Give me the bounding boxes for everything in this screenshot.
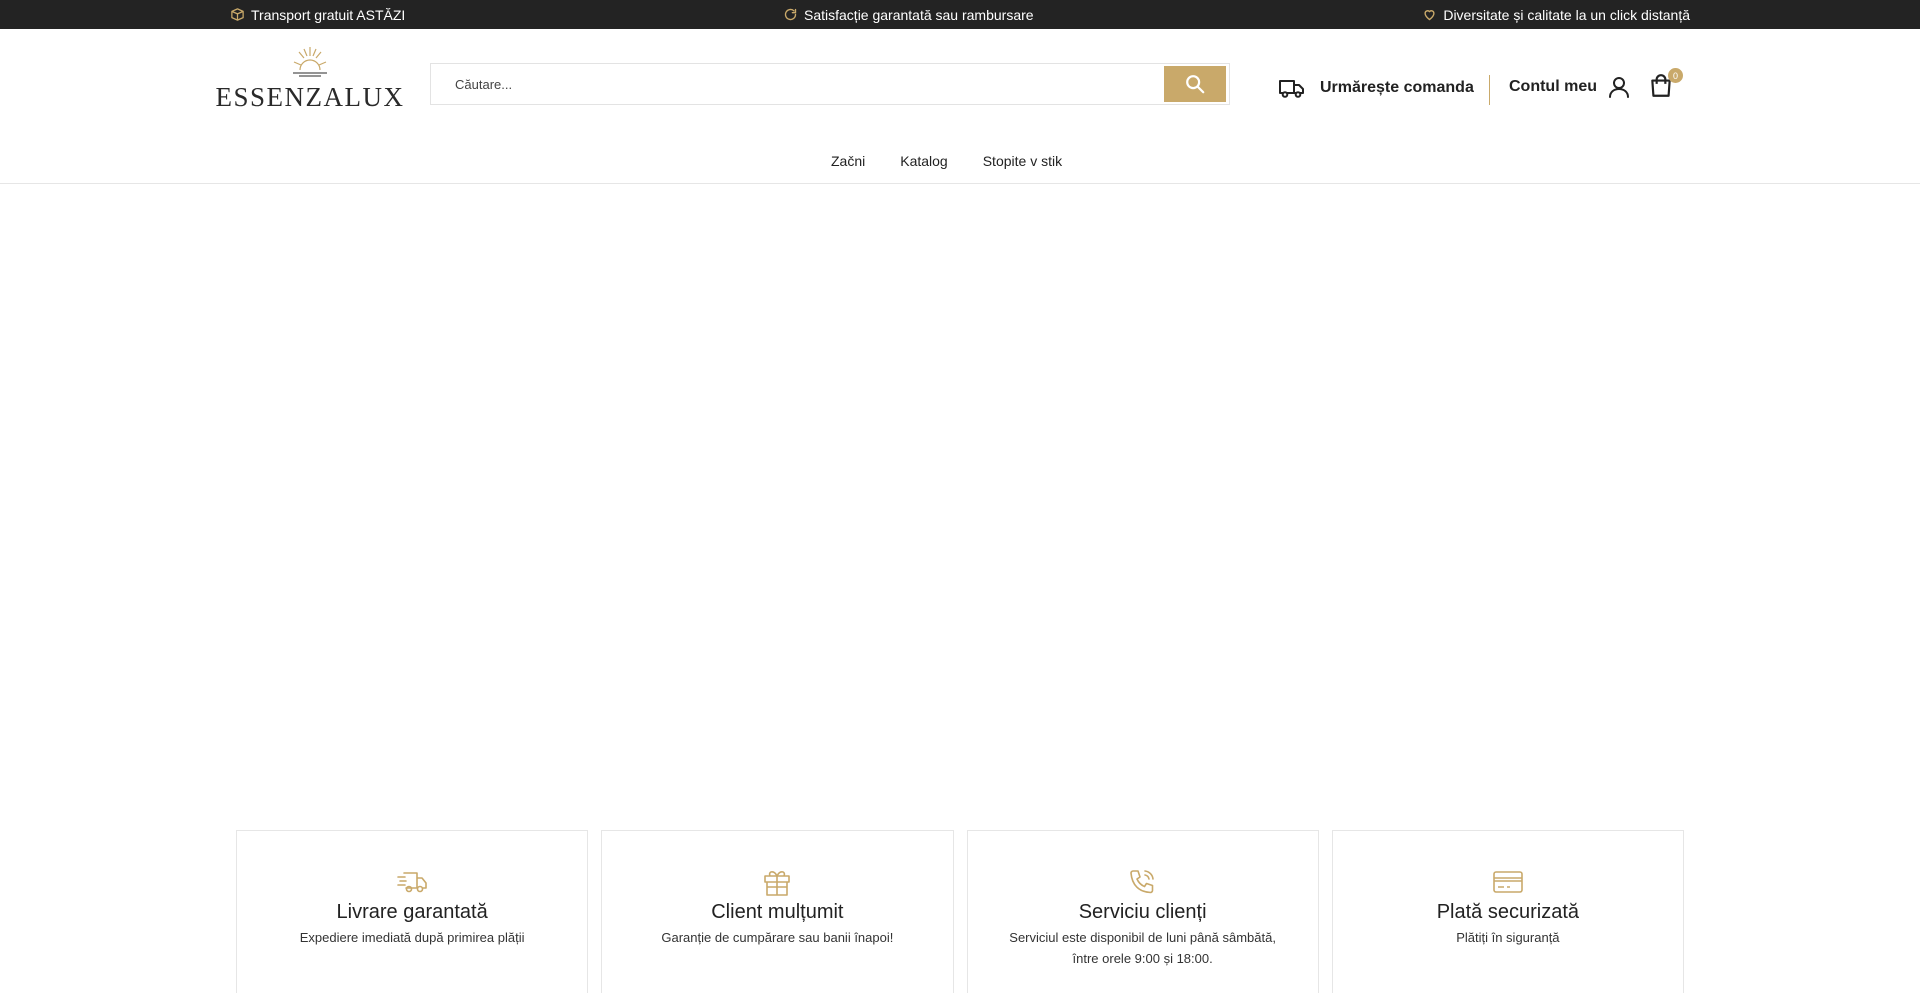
announcement-satisfaction: Satisfacție garantată sau rambursare [783,0,1034,29]
feature-title: Plată securizată [1436,901,1580,923]
announcement-bar: Transport gratuit ASTĂZI Satisfacție gar… [0,0,1920,29]
feature-title: Livrare garantată [336,901,488,923]
announcement-diversity: Diversitate și calitate la un click dist… [1422,0,1690,29]
search-icon [1186,75,1205,94]
account-label: Contul meu [1509,78,1597,95]
credit-card-icon [1493,871,1523,893]
search-input[interactable] [431,64,1164,104]
main-nav: Začni Katalog Stopite v stik [0,149,1920,184]
header-divider [1489,75,1490,105]
site-logo[interactable]: ESSENZALUX [216,44,403,139]
feature-description: Serviciul este disponibil de luni până s… [1009,930,1276,966]
search-bar [430,63,1230,105]
refresh-icon [784,8,797,21]
announcement-free-shipping: Transport gratuit ASTĂZI [230,0,405,29]
announcement-text: Transport gratuit ASTĂZI [251,6,406,23]
phone-call-icon [1129,870,1154,894]
fast-delivery-icon [397,872,427,893]
site-header: ESSENZALUX Urmărește comanda Contul meu … [0,29,1920,149]
feature-card: Client mulțumit Garanție de cumpărare sa… [601,830,954,993]
feature-card: Serviciu clienți Serviciul este disponib… [966,830,1319,993]
feature-title: Client mulțumit [711,901,844,923]
sun-logo-icon [293,47,327,77]
logo-text: ESSENZALUX [215,82,405,112]
cart-button[interactable]: 0 [1648,68,1684,105]
nav-item-catalog[interactable]: Katalog [900,153,947,169]
announcement-text: Satisfacție garantată sau rambursare [804,6,1034,23]
feature-description: Expediere imediată după primirea plății [299,930,525,945]
track-order-label: Urmărește comanda [1320,79,1474,96]
announcement-text: Diversitate și calitate la un click dist… [1443,6,1690,23]
account-link[interactable]: Contul meu [1509,75,1631,99]
heart-icon [1424,10,1435,21]
nav-item-start[interactable]: Začni [831,153,865,169]
search-button[interactable] [1164,66,1226,102]
features-section: Livrare garantată Expediere imediată dup… [236,830,1684,993]
track-order-link[interactable]: Urmărește comanda [1278,77,1474,99]
nav-item-contact[interactable]: Stopite v stik [983,153,1062,169]
feature-card: Plată securizată Plătiți în siguranță [1331,830,1684,993]
feature-title: Serviciu clienți [1078,901,1207,923]
gift-box-icon [764,871,791,896]
feature-description: Plătiți în siguranță [1456,930,1560,945]
user-icon [1609,77,1629,98]
truck-icon [1279,80,1304,98]
feature-description: Garanție de cumpărare sau banii înapoi! [661,930,894,945]
cart-count-badge: 0 [1668,68,1683,83]
feature-card: Livrare garantată Expediere imediată dup… [236,830,589,993]
box-icon [231,8,244,21]
